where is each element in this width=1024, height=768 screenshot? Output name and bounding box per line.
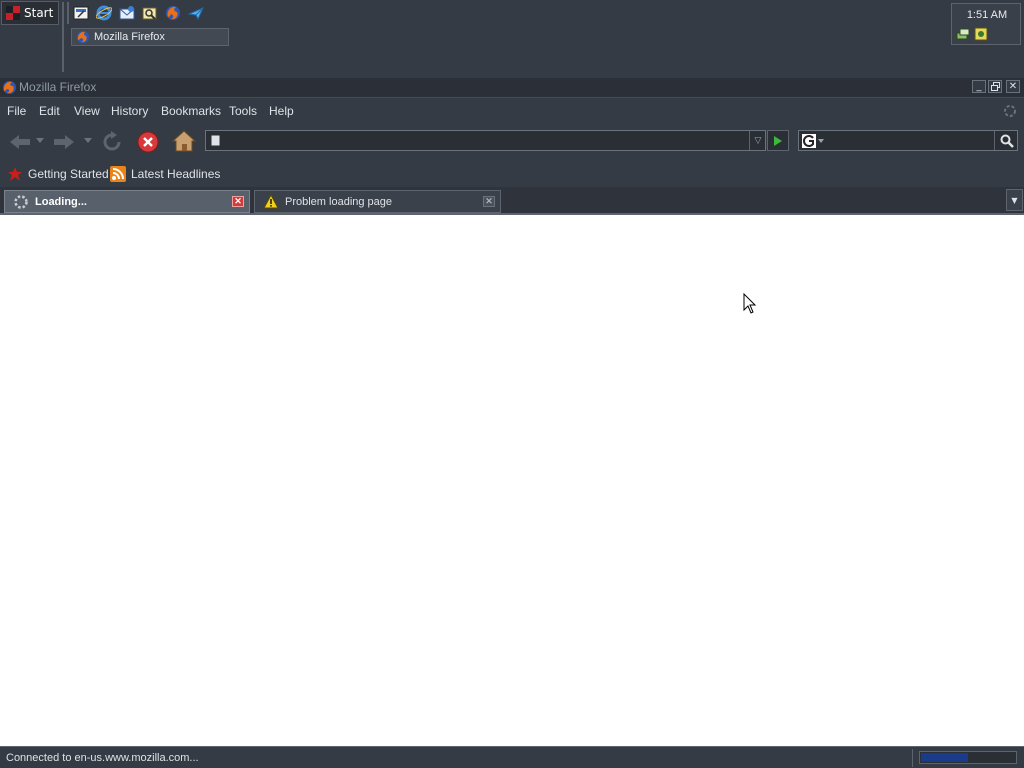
- getting-started-icon: [8, 167, 22, 181]
- close-icon: ✕: [1008, 80, 1018, 92]
- reload-icon[interactable]: [100, 130, 124, 154]
- tab-problem-loading-page[interactable]: Problem loading page ✕: [254, 190, 501, 213]
- restore-icon: [990, 82, 1000, 91]
- close-icon: ✕: [485, 196, 493, 206]
- url-history-dropdown[interactable]: ▽: [749, 131, 766, 150]
- window-title: Mozilla Firefox: [19, 80, 97, 94]
- warning-icon: [263, 194, 279, 209]
- forward-dropdown-icon[interactable]: [84, 138, 92, 144]
- system-tray: 1:51 AM: [951, 3, 1021, 45]
- loading-throbber-icon: [14, 194, 28, 209]
- messenger-icon[interactable]: [187, 4, 205, 22]
- tab-close-button[interactable]: ✕: [232, 196, 244, 207]
- firefox-icon: [77, 31, 89, 43]
- tab-list-button[interactable]: ▼: [1006, 189, 1023, 211]
- windows-logo-icon: [6, 6, 20, 20]
- taskbar-button-firefox[interactable]: Mozilla Firefox: [71, 28, 229, 46]
- menu-history[interactable]: History: [111, 104, 148, 118]
- stop-icon[interactable]: [136, 130, 160, 154]
- close-window-button[interactable]: ✕: [1006, 80, 1020, 93]
- status-separator: [912, 749, 913, 767]
- minimize-icon: _: [976, 80, 982, 92]
- back-arrow-icon[interactable]: [8, 132, 32, 152]
- menu-file[interactable]: File: [7, 104, 26, 118]
- url-bar: ▽: [205, 130, 766, 151]
- task-button-label: Mozilla Firefox: [94, 31, 165, 43]
- menu-bar: File Edit View History Bookmarks Tools H…: [0, 97, 1024, 123]
- home-icon[interactable]: [172, 129, 196, 153]
- activity-throbber-icon: [1004, 105, 1016, 117]
- google-icon: [802, 133, 816, 148]
- tab-bar: Loading... ✕ Problem loading page ✕: [0, 187, 1024, 215]
- bookmark-latest-headlines[interactable]: Latest Headlines: [110, 166, 220, 182]
- bookmark-label: Latest Headlines: [131, 167, 221, 181]
- back-dropdown-icon[interactable]: [36, 138, 44, 144]
- start-label: Start: [24, 6, 54, 20]
- security-icon[interactable]: [974, 27, 988, 41]
- network-icon[interactable]: [956, 27, 970, 41]
- tab-label: Problem loading page: [285, 195, 393, 208]
- menu-help[interactable]: Help: [269, 104, 294, 118]
- page-content[interactable]: [0, 215, 1024, 746]
- progress-meter: [919, 751, 1017, 764]
- search-button[interactable]: [994, 131, 1018, 150]
- menu-view[interactable]: View: [74, 104, 100, 118]
- address-book-icon[interactable]: [141, 4, 159, 22]
- menu-edit[interactable]: Edit: [39, 104, 60, 118]
- menu-bookmarks[interactable]: Bookmarks: [161, 104, 221, 118]
- firefox-icon[interactable]: [164, 4, 182, 22]
- chevron-down-icon: ▽: [754, 135, 762, 146]
- start-button[interactable]: Start: [1, 1, 59, 25]
- clock[interactable]: 1:51 AM: [952, 9, 1022, 21]
- search-engine-selector[interactable]: [800, 132, 832, 149]
- quick-launch-grip: [67, 2, 69, 24]
- bookmark-getting-started[interactable]: Getting Started: [7, 166, 109, 182]
- outlook-express-icon[interactable]: [118, 4, 136, 22]
- status-bar: Connected to en-us.www.mozilla.com...: [0, 746, 1024, 768]
- firefox-icon: [3, 81, 16, 94]
- url-input[interactable]: [206, 131, 746, 150]
- rss-feed-icon: [110, 166, 126, 182]
- close-icon: ✕: [234, 196, 242, 206]
- chevron-down-icon: [818, 138, 824, 143]
- tab-close-button[interactable]: ✕: [483, 196, 495, 207]
- taskbar: Start Mozilla Firefox 1:51 AM: [0, 0, 1024, 78]
- tab-loading[interactable]: Loading... ✕: [4, 190, 250, 213]
- search-input[interactable]: [831, 131, 995, 152]
- progress-fill: [921, 753, 968, 762]
- search-bar: [798, 130, 1018, 152]
- go-button[interactable]: [767, 130, 789, 151]
- go-arrow-icon: [774, 135, 782, 146]
- tab-label: Loading...: [35, 195, 87, 208]
- bookmarks-toolbar: Getting Started Latest Headlines: [0, 161, 1024, 187]
- magnifier-icon: [1000, 134, 1014, 148]
- taskbar-separator: [62, 2, 64, 72]
- internet-explorer-icon[interactable]: [95, 4, 113, 22]
- forward-arrow-icon[interactable]: [52, 132, 76, 152]
- mouse-cursor-icon: [743, 293, 757, 314]
- chevron-down-icon: ▼: [1011, 195, 1018, 205]
- bookmark-label: Getting Started: [28, 167, 109, 181]
- window-titlebar[interactable]: Mozilla Firefox: [0, 78, 1024, 97]
- restore-button[interactable]: [988, 80, 1002, 93]
- minimize-button[interactable]: _: [972, 80, 986, 93]
- show-desktop-icon[interactable]: [72, 4, 90, 22]
- menu-tools[interactable]: Tools: [229, 104, 257, 118]
- status-text: Connected to en-us.www.mozilla.com...: [6, 752, 199, 764]
